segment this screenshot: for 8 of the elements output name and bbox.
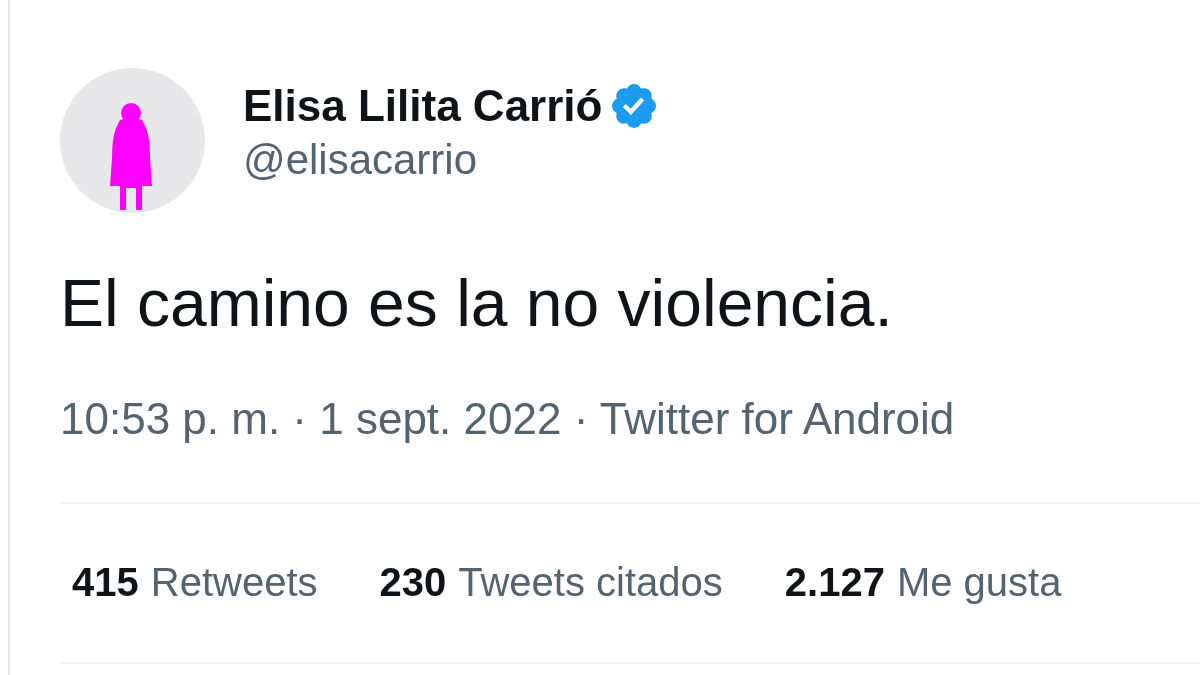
author-handle[interactable]: @elisacarrio (243, 134, 657, 186)
avatar-silhouette-icon (60, 68, 205, 213)
author-name[interactable]: Elisa Lilita Carrió (243, 78, 603, 134)
stat-link[interactable]: 2.127 Me gusta (784, 558, 1062, 606)
stat-link[interactable]: 415 Retweets (72, 558, 318, 606)
stat-link[interactable]: 230 Tweets citados (379, 558, 723, 606)
tweet-timestamp: 10:53 p. m. · 1 sept. 2022 · Twitter for Android (60, 393, 955, 445)
tweet-text: El camino es la no violencia. (60, 265, 894, 342)
